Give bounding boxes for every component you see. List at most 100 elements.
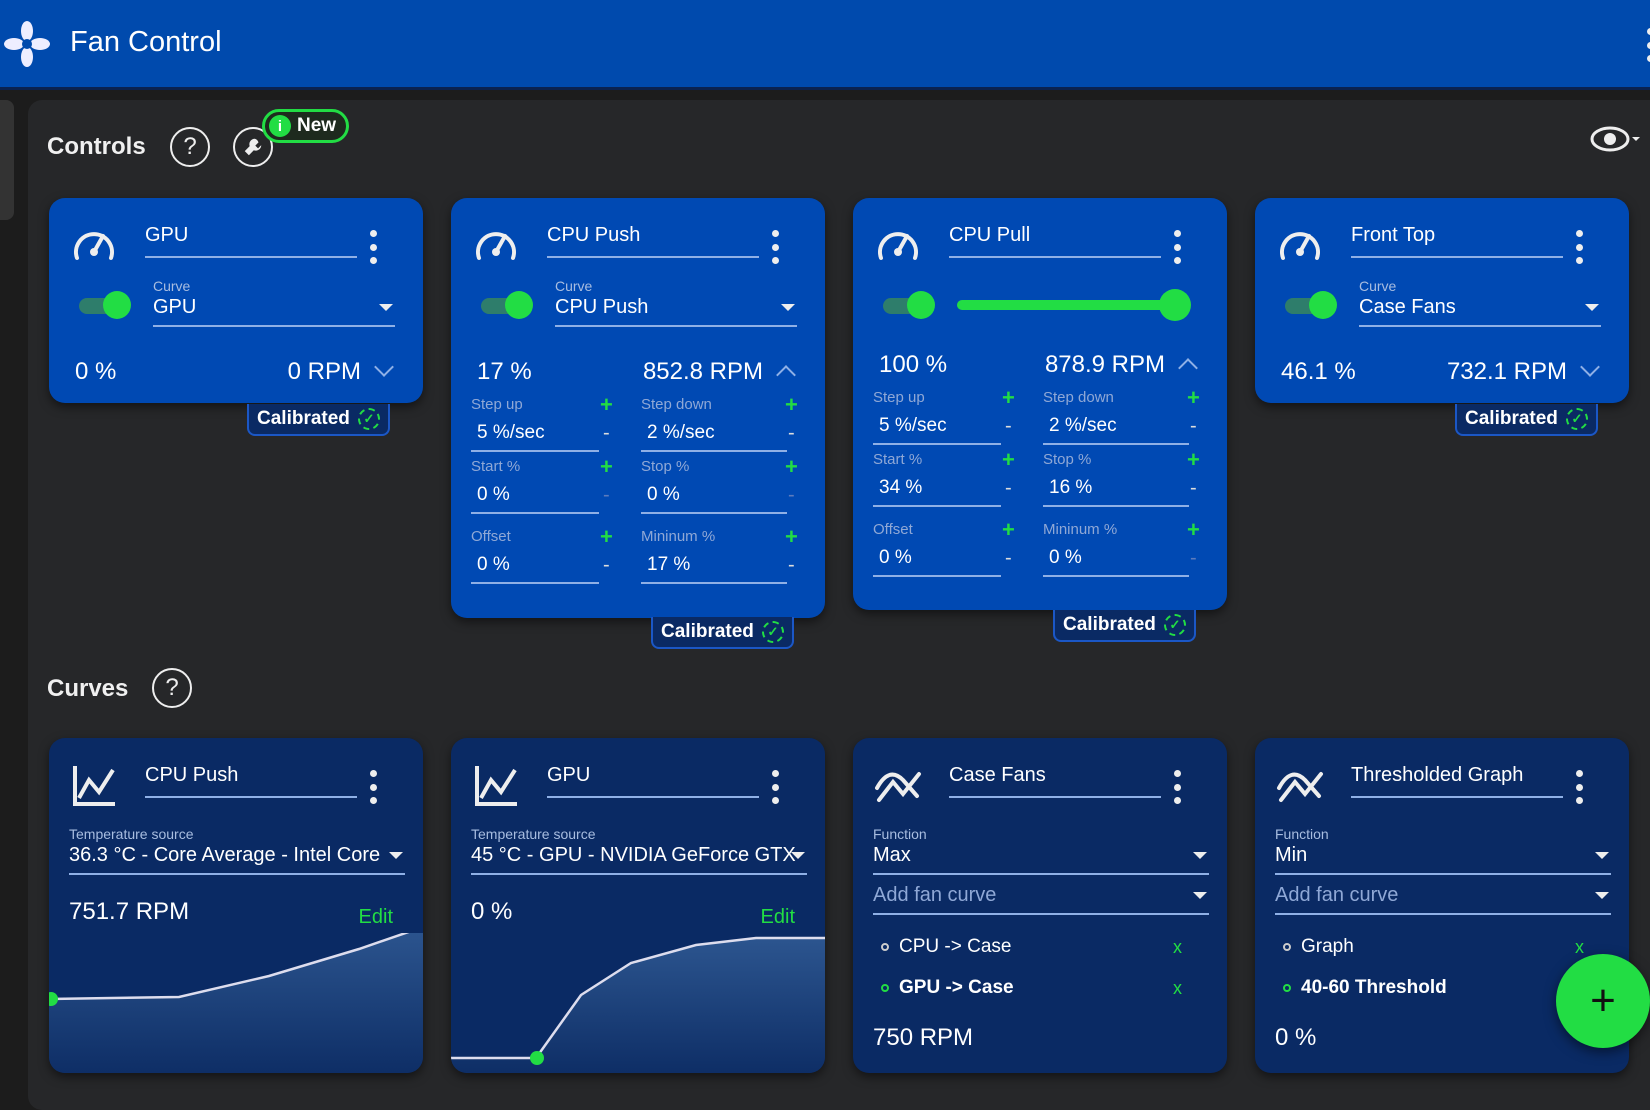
- decrement-button[interactable]: -: [788, 484, 795, 507]
- manual-speed-slider[interactable]: [957, 289, 1191, 321]
- curve-select[interactable]: CPU Push: [555, 296, 797, 327]
- expand-chevron-icon[interactable]: [1580, 357, 1600, 377]
- curve-graph-preview[interactable]: [451, 933, 825, 1073]
- decrement-button[interactable]: -: [1190, 547, 1197, 570]
- decrement-button[interactable]: -: [788, 422, 795, 445]
- remove-item-button[interactable]: x: [1575, 937, 1584, 958]
- increment-button[interactable]: +: [600, 524, 613, 550]
- increment-button[interactable]: +: [600, 454, 613, 480]
- control-enable-toggle[interactable]: [1283, 290, 1339, 320]
- field-value-input[interactable]: 17 %: [641, 554, 787, 584]
- field-value-input[interactable]: 16 %: [1043, 477, 1189, 507]
- bullet-icon: [881, 943, 889, 951]
- curve-select[interactable]: Case Fans: [1359, 296, 1601, 327]
- function-select[interactable]: Max: [873, 844, 1209, 875]
- control-rpm: 852.8 RPM: [642, 358, 763, 385]
- curve-menu-button[interactable]: [769, 770, 781, 804]
- curve-select[interactable]: GPU: [153, 296, 395, 327]
- temperature-source-select[interactable]: 45 °C - GPU - NVIDIA GeForce GTX: [471, 844, 807, 875]
- field-value-input[interactable]: 5 %/sec: [471, 422, 599, 452]
- increment-button[interactable]: +: [1187, 385, 1200, 411]
- collapse-chevron-icon[interactable]: [1178, 358, 1198, 378]
- field-value-input[interactable]: 0 %: [1043, 547, 1189, 577]
- curve-label: Curve: [1359, 278, 1397, 294]
- field-value-input[interactable]: 5 %/sec: [873, 415, 1001, 445]
- increment-button[interactable]: +: [1002, 517, 1015, 543]
- caret-down-icon: [1193, 852, 1207, 859]
- calibrated-badge[interactable]: Calibrated ✓: [651, 617, 794, 649]
- new-badge[interactable]: i New: [262, 109, 350, 143]
- remove-item-button[interactable]: x: [1173, 937, 1182, 958]
- temperature-source-select[interactable]: 36.3 °C - Core Average - Intel Core: [69, 844, 405, 875]
- field-value-input[interactable]: 0 %: [471, 554, 599, 584]
- sidebar-handle[interactable]: [0, 100, 14, 220]
- function-select[interactable]: Min: [1275, 844, 1611, 875]
- curve-label: Curve: [153, 278, 191, 294]
- increment-button[interactable]: +: [1187, 447, 1200, 473]
- increment-button[interactable]: +: [1002, 447, 1015, 473]
- control-name-input[interactable]: GPU: [145, 224, 357, 258]
- field-value-input[interactable]: 0 %: [471, 484, 599, 514]
- visibility-eye-icon[interactable]: [1590, 124, 1640, 154]
- decrement-button[interactable]: -: [1190, 415, 1197, 438]
- remove-item-button[interactable]: x: [1173, 978, 1182, 999]
- calibrated-label: Calibrated: [1063, 614, 1156, 635]
- calibrated-badge[interactable]: Calibrated ✓: [1053, 610, 1196, 642]
- edit-curve-link[interactable]: Edit: [761, 906, 795, 929]
- curve-menu-button[interactable]: [1573, 770, 1585, 804]
- control-enable-toggle[interactable]: [881, 290, 937, 320]
- decrement-button[interactable]: -: [603, 554, 610, 577]
- field-label: Offset: [873, 521, 913, 538]
- calibrated-badge[interactable]: Calibrated ✓: [1455, 404, 1598, 436]
- control-name-input[interactable]: Front Top: [1351, 224, 1563, 258]
- decrement-button[interactable]: -: [603, 484, 610, 507]
- increment-button[interactable]: +: [1002, 385, 1015, 411]
- curve-card-case-fans: Case Fans Function Max Add fan curve CPU…: [853, 738, 1227, 1073]
- add-fan-curve-select[interactable]: Add fan curve: [873, 884, 1209, 915]
- control-menu-button[interactable]: [1171, 230, 1183, 264]
- add-fan-curve-select[interactable]: Add fan curve: [1275, 884, 1611, 915]
- decrement-button[interactable]: -: [1005, 547, 1012, 570]
- field-value-input[interactable]: 0 %: [873, 547, 1001, 577]
- curve-menu-button[interactable]: [1171, 770, 1183, 804]
- edit-curve-link[interactable]: Edit: [359, 906, 393, 929]
- decrement-button[interactable]: -: [603, 422, 610, 445]
- control-name-input[interactable]: CPU Push: [547, 224, 759, 258]
- curve-menu-button[interactable]: [367, 770, 379, 804]
- field-label: Start %: [873, 451, 923, 468]
- increment-button[interactable]: +: [785, 392, 798, 418]
- control-enable-toggle[interactable]: [479, 290, 535, 320]
- curve-name-input[interactable]: Case Fans: [949, 764, 1161, 798]
- decrement-button[interactable]: -: [788, 554, 795, 577]
- curve-graph-preview[interactable]: [49, 933, 423, 1073]
- curve-name-input[interactable]: Thresholded Graph: [1351, 764, 1563, 798]
- field-value-input[interactable]: 34 %: [873, 477, 1001, 507]
- increment-button[interactable]: +: [785, 454, 798, 480]
- add-button[interactable]: +: [1556, 954, 1650, 1048]
- curve-name-input[interactable]: CPU Push: [145, 764, 357, 798]
- list-item-label: Graph: [1301, 936, 1354, 957]
- field-value-input[interactable]: 2 %/sec: [1043, 415, 1189, 445]
- control-name-input[interactable]: CPU Pull: [949, 224, 1161, 258]
- decrement-button[interactable]: -: [1190, 477, 1197, 500]
- increment-button[interactable]: +: [600, 392, 613, 418]
- decrement-button[interactable]: -: [1005, 477, 1012, 500]
- expand-chevron-icon[interactable]: [374, 357, 394, 377]
- increment-button[interactable]: +: [1187, 517, 1200, 543]
- decrement-button[interactable]: -: [1005, 415, 1012, 438]
- slider-handle[interactable]: [1159, 289, 1191, 321]
- control-menu-button[interactable]: [769, 230, 781, 264]
- control-percent: 46.1 %: [1281, 358, 1356, 385]
- control-enable-toggle[interactable]: [77, 290, 133, 320]
- controls-help-button[interactable]: ?: [170, 127, 210, 167]
- control-menu-button[interactable]: [367, 230, 379, 264]
- curve-name-input[interactable]: GPU: [547, 764, 759, 798]
- field-value-input[interactable]: 2 %/sec: [641, 422, 787, 452]
- calibrated-badge[interactable]: Calibrated ✓: [247, 404, 390, 436]
- increment-button[interactable]: +: [785, 524, 798, 550]
- curves-help-button[interactable]: ?: [152, 668, 192, 708]
- field-value-input[interactable]: 0 %: [641, 484, 787, 514]
- app-menu-button[interactable]: [1644, 28, 1650, 62]
- control-menu-button[interactable]: [1573, 230, 1585, 264]
- collapse-chevron-icon[interactable]: [776, 365, 796, 385]
